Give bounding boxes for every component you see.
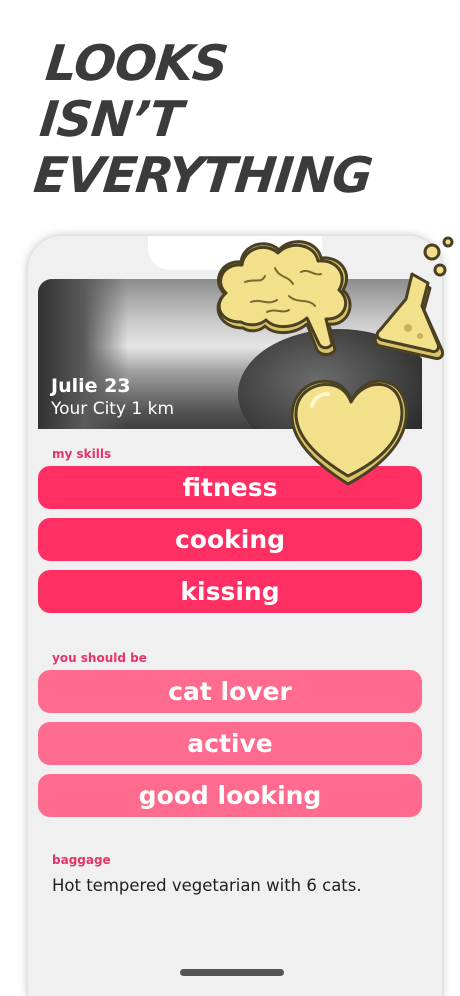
want-pill-cat-lover[interactable]: cat lover [38, 670, 422, 713]
want-pill-active[interactable]: active [38, 722, 422, 765]
wants-label: you should be [52, 651, 147, 665]
baggage-text: Hot tempered vegetarian with 6 cats. [52, 876, 362, 895]
baggage-label: baggage [52, 853, 111, 867]
skills-label: my skills [52, 447, 112, 461]
heart-icon [290, 379, 408, 486]
headline-line-2: ISN’T [37, 91, 185, 148]
home-indicator[interactable] [180, 969, 284, 976]
flask-icon [373, 236, 454, 360]
want-pill-good-looking[interactable]: good looking [38, 774, 422, 817]
skill-pill-cooking[interactable]: cooking [38, 518, 422, 561]
profile-name: Julie 23 [51, 375, 131, 397]
headline: LOOKS ISN’T EVERYTHING [31, 35, 386, 204]
brain-icon [216, 240, 352, 356]
profile-location: Your City 1 km [51, 399, 175, 419]
skill-pill-kissing[interactable]: kissing [38, 570, 422, 613]
headline-line-1: LOOKS [42, 35, 230, 92]
headline-line-3: EVERYTHING [31, 147, 375, 204]
